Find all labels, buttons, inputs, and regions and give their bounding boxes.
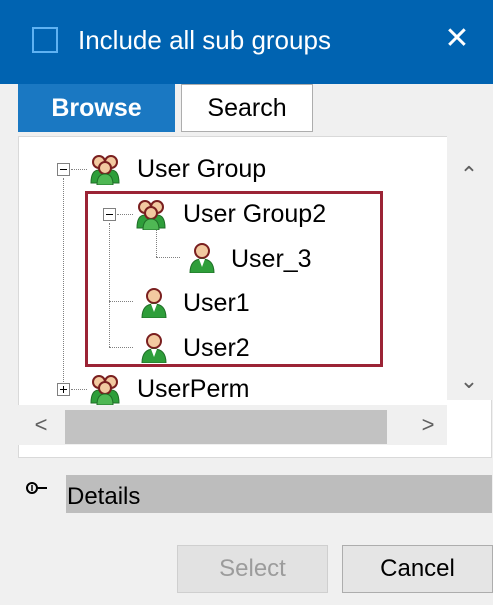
user-group-icon — [90, 375, 120, 405]
collapse-toggle-user-group[interactable] — [57, 163, 70, 176]
details-label[interactable]: Details — [67, 483, 140, 511]
scroll-left-icon[interactable]: < — [26, 410, 56, 440]
collapse-key-icon[interactable] — [26, 481, 48, 495]
scroll-right-icon[interactable]: > — [413, 410, 443, 440]
expand-toggle-userperm[interactable] — [57, 383, 70, 396]
details-section: Details — [18, 458, 492, 518]
scroll-down-icon[interactable]: ⌄ — [454, 366, 484, 396]
tree-node-userperm[interactable]: UserPerm — [137, 371, 250, 407]
horizontal-scroll-thumb[interactable] — [65, 410, 387, 444]
dialog-titlebar: Include all sub groups ✕ — [0, 0, 493, 84]
close-icon[interactable]: ✕ — [442, 24, 472, 54]
tree-node-user-group[interactable]: User Group — [137, 151, 266, 187]
select-button[interactable]: Select — [177, 545, 328, 593]
tab-strip: Browse Search — [0, 84, 493, 136]
user-group-icon — [90, 155, 120, 185]
scroll-up-icon[interactable]: ⌃ — [454, 160, 484, 190]
tree-line — [71, 389, 87, 390]
include-subgroups-label[interactable]: Include all sub groups — [78, 24, 331, 56]
include-subgroups-checkbox[interactable] — [32, 27, 58, 53]
vertical-scrollbar[interactable]: ⌃ ⌄ — [447, 136, 492, 400]
cancel-button[interactable]: Cancel — [342, 545, 493, 593]
tab-browse[interactable]: Browse — [18, 84, 175, 132]
highlight-annotation-box — [85, 191, 383, 367]
tree-line — [63, 178, 64, 390]
tab-search[interactable]: Search — [181, 84, 313, 132]
tree-line — [71, 169, 87, 170]
